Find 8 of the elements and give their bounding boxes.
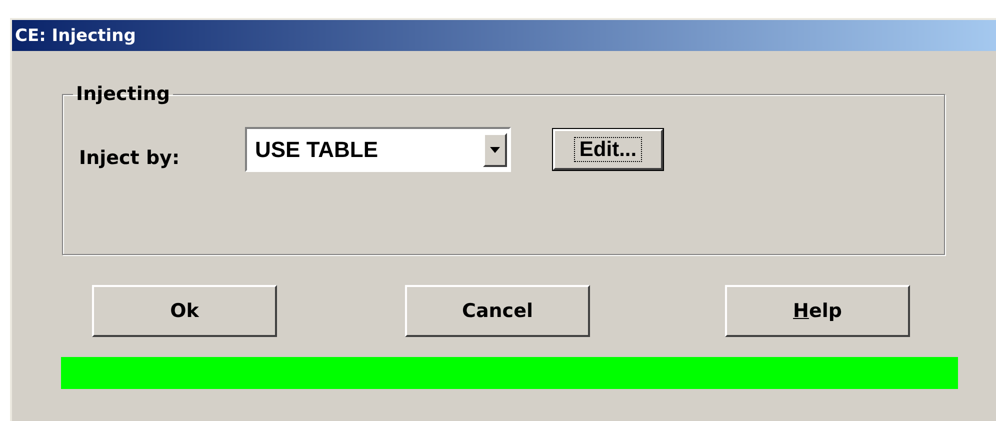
dropdown[interactable]: USE TABLE (245, 127, 511, 172)
window-title: CE: Injecting (15, 26, 136, 46)
edit-button[interactable]: Edit... (553, 129, 663, 170)
dialog-button[interactable]: Cancel (405, 285, 590, 337)
dialog-button[interactable]: Help (725, 285, 910, 337)
dialog-button[interactable]: Ok (92, 285, 277, 337)
group-title: Injecting (75, 83, 171, 105)
field-label: Inject by: (79, 146, 181, 168)
